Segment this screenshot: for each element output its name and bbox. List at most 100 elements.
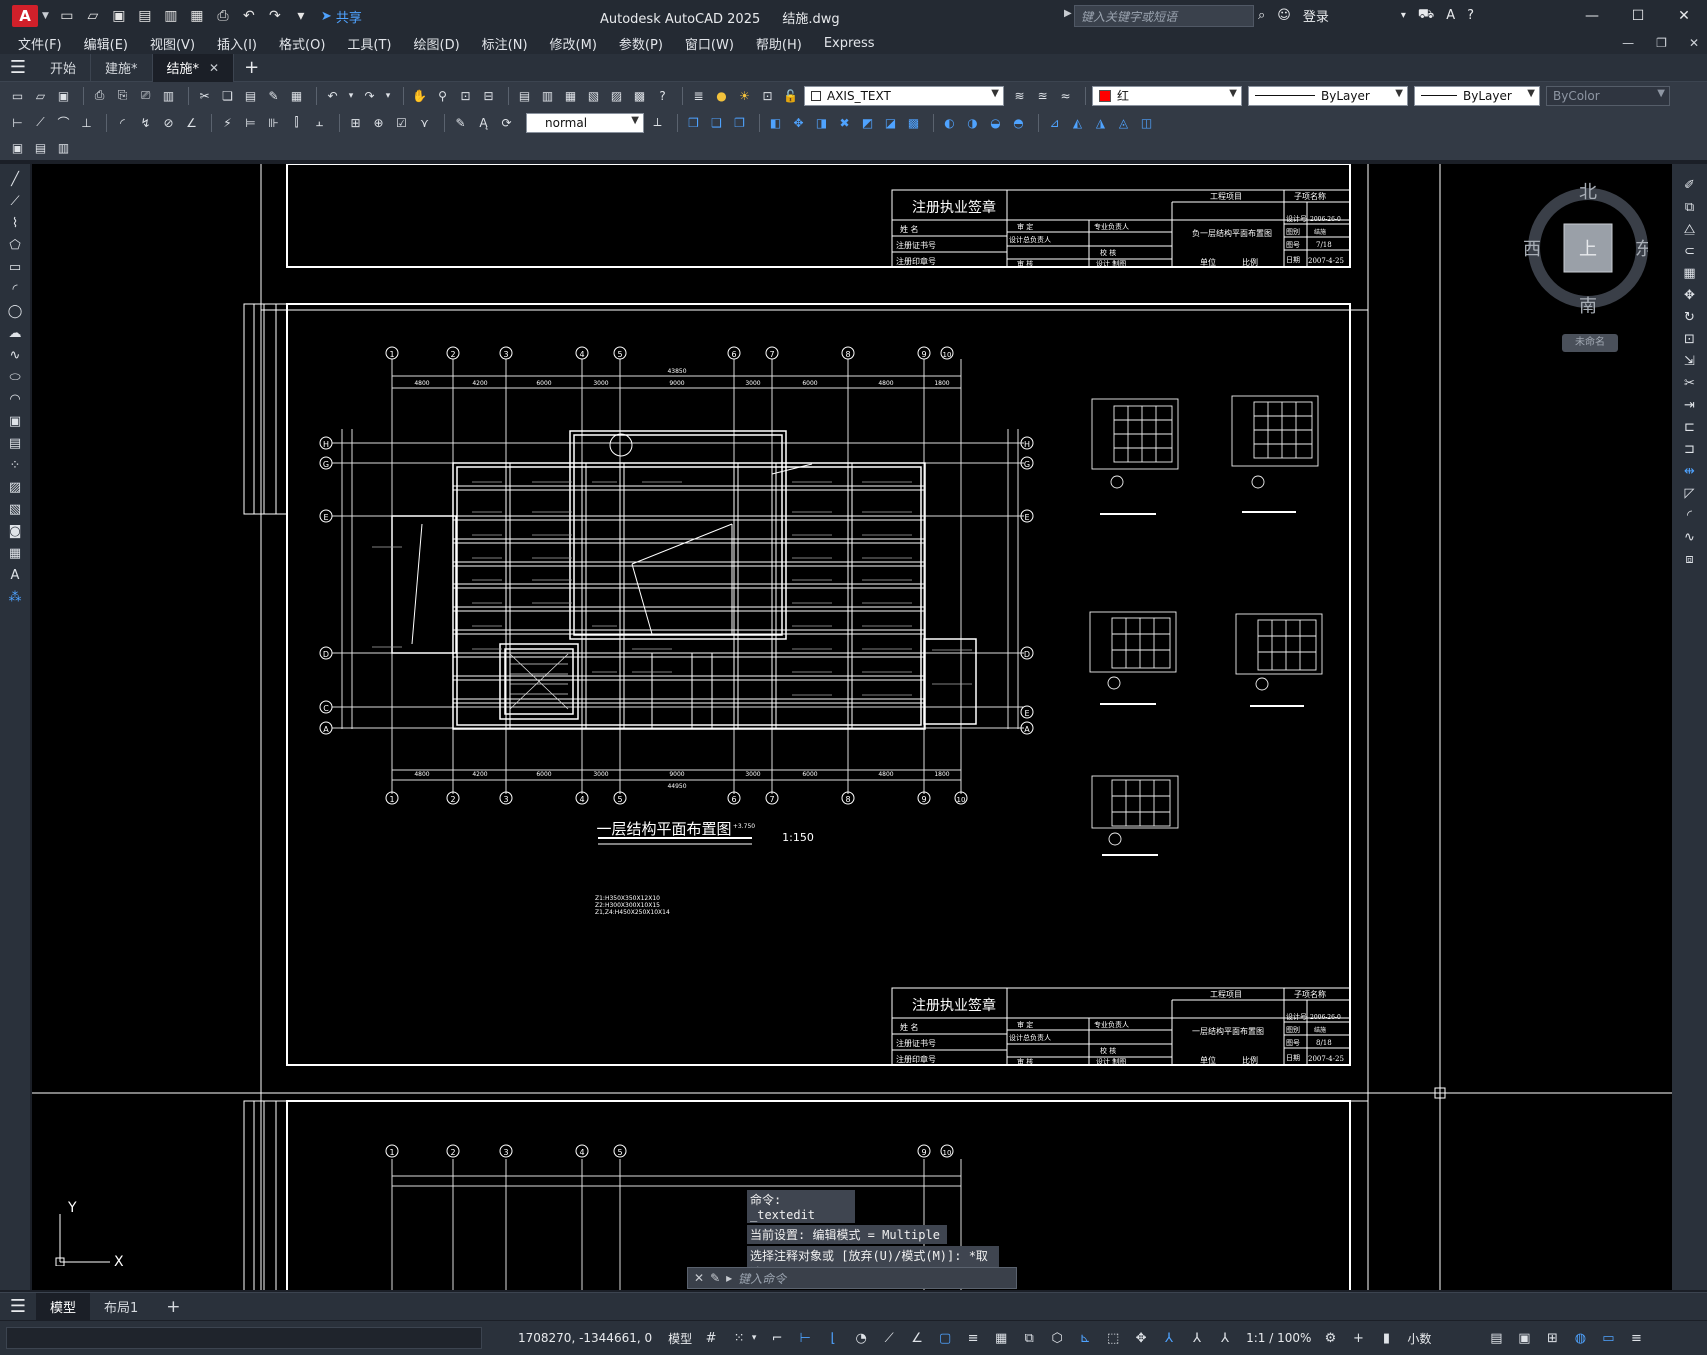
3d-osnap-icon[interactable]: ⬡ (1048, 1329, 1066, 1347)
tab-jieshi[interactable]: 结施* ✕ (152, 53, 235, 82)
dimstyle-manager-icon[interactable]: ⟂ (648, 113, 667, 132)
center-mark-icon[interactable]: ⊕ (369, 113, 388, 132)
publish-icon[interactable]: ⎚ (136, 86, 155, 105)
table-icon[interactable]: ▦ (6, 544, 24, 562)
continue-dim-icon[interactable]: ⊪ (264, 113, 283, 132)
zoom-window-icon[interactable]: ⊡ (456, 86, 475, 105)
ucs-view-icon[interactable]: ◮ (1091, 113, 1110, 132)
isolate-objects-icon[interactable]: ⊞ (1543, 1329, 1561, 1347)
join-icon[interactable]: ⇹ (1681, 462, 1699, 480)
redo-icon[interactable]: ↷ (265, 7, 285, 25)
jogged-dim-icon[interactable]: ↯ (136, 113, 155, 132)
annotation-scale[interactable]: 1:1 / 100% (1246, 1331, 1311, 1345)
linetype-dropdown[interactable]: ByLayer ▼ (1248, 85, 1408, 106)
menu-insert[interactable]: 插入(I) (217, 34, 257, 53)
layer-dropdown[interactable]: AXIS_TEXT ▼ (804, 85, 1004, 106)
share-button[interactable]: ➤ 共享 (321, 7, 362, 26)
block-insert-icon[interactable]: ▣ (8, 139, 27, 158)
help-icon[interactable]: ? (1467, 8, 1474, 23)
jogged-linear-icon[interactable]: ⋎ (415, 113, 434, 132)
line-icon[interactable]: ╱ (6, 170, 24, 188)
ortho-icon[interactable]: ⌊ (824, 1329, 842, 1347)
hatch-icon[interactable]: ▨ (6, 478, 24, 496)
layer-previous-icon[interactable]: ≊ (1033, 86, 1052, 105)
redo-icon[interactable]: ↷ (360, 86, 379, 105)
block-write-icon[interactable]: ▥ (54, 139, 73, 158)
extend-icon[interactable]: ⇥ (1681, 396, 1699, 414)
tab-model[interactable]: 模型 (36, 1292, 91, 1321)
save-as-icon[interactable]: ▤ (135, 7, 155, 25)
3d-rotate-icon[interactable]: ◨ (812, 113, 831, 132)
3d-subtract-icon[interactable]: ❐ (730, 113, 749, 132)
layer-states-icon[interactable]: ≈ (1056, 86, 1075, 105)
doc-close-icon[interactable]: ✕ (1689, 36, 1699, 50)
layer-properties-icon[interactable]: ≣ (689, 86, 708, 105)
app-menu-caret-icon[interactable]: ▼ (42, 11, 49, 21)
3d-array-icon[interactable]: ▩ (904, 113, 923, 132)
save-icon[interactable]: ▣ (54, 86, 73, 105)
menu-file[interactable]: 文件(F) (18, 34, 62, 53)
3d-extrude-icon[interactable]: ◧ (766, 113, 785, 132)
radius-dim-icon[interactable]: ◜ (113, 113, 132, 132)
file-tab-menu-icon[interactable]: ☰ (0, 57, 36, 78)
help-icon[interactable]: ? (653, 86, 672, 105)
revision-cloud-icon[interactable]: ☁ (6, 324, 24, 342)
region-icon[interactable]: ◙ (6, 522, 24, 540)
object-snap-icon[interactable]: ▢ (936, 1329, 954, 1347)
doc-restore-icon[interactable]: ❐ (1656, 36, 1667, 50)
autocad-logo[interactable]: A (12, 5, 38, 27)
workspace-gear-icon[interactable]: ⚙ (1321, 1329, 1339, 1347)
dim-update-icon[interactable]: ⟳ (497, 113, 516, 132)
minimize-icon[interactable]: — (1569, 0, 1615, 32)
tolerance-icon[interactable]: ⊞ (346, 113, 365, 132)
menu-help[interactable]: 帮助(H) (756, 34, 802, 53)
selection-filter-icon[interactable]: ⬚ (1104, 1329, 1122, 1347)
3d-move-icon[interactable]: ✥ (789, 113, 808, 132)
spline-icon[interactable]: ∿ (6, 346, 24, 364)
baseline-dim-icon[interactable]: ⊨ (241, 113, 260, 132)
3d-mirror-icon[interactable]: ◪ (881, 113, 900, 132)
ucs-icon[interactable]: ⊿ (1045, 113, 1064, 132)
linear-dim-icon[interactable]: ⊢ (8, 113, 27, 132)
undo-icon[interactable]: ↶ (239, 7, 259, 25)
command-input[interactable]: 键入命令 (738, 1270, 786, 1287)
rectangle-icon[interactable]: ▭ (6, 258, 24, 276)
multiline-text-icon[interactable]: A (6, 566, 24, 584)
auto-scale-icon[interactable]: ⅄ (1188, 1329, 1206, 1347)
dim-space-icon[interactable]: ⫿ (287, 113, 306, 132)
plot-icon[interactable]: ⎙ (213, 7, 233, 25)
quick-properties-icon[interactable]: ▤ (1487, 1329, 1505, 1347)
aligned-dim-icon[interactable]: ⟋ (31, 113, 50, 132)
polar-tracking-icon[interactable]: ◔ (852, 1329, 870, 1347)
layout-menu-icon[interactable]: ☰ (0, 1296, 36, 1317)
cursor-coordinates[interactable]: 1708270, -1344661, 0 (518, 1331, 652, 1345)
blend-curves-icon[interactable]: ∿ (1681, 528, 1699, 546)
wcs-menu-button[interactable]: 未命名 (1562, 334, 1618, 352)
layer-freeze-icon[interactable]: ☀ (735, 86, 754, 105)
zoom-previous-icon[interactable]: ⊟ (479, 86, 498, 105)
break-at-point-icon[interactable]: ⊏ (1681, 418, 1699, 436)
open-web-icon[interactable]: ▥ (161, 7, 181, 25)
trim-icon[interactable]: ✂ (1681, 374, 1699, 392)
circle-icon[interactable]: ◯ (6, 302, 24, 320)
tool-palettes-icon[interactable]: ▦ (561, 86, 580, 105)
snap-icon[interactable]: ⁙ (730, 1329, 748, 1347)
command-close-icon[interactable]: ✕ (694, 1271, 704, 1285)
user-icon[interactable]: ☺ (1277, 8, 1291, 23)
open-folder-icon[interactable]: ▱ (83, 7, 103, 25)
autodesk-a360-icon[interactable]: A (1446, 8, 1455, 23)
3d-box-icon[interactable]: ❒ (684, 113, 703, 132)
dimstyle-dropdown[interactable]: normal ▼ (526, 112, 644, 133)
add-layout-icon[interactable]: + (152, 1297, 194, 1317)
polyline-icon[interactable]: ⌇ (6, 214, 24, 232)
units-icon[interactable]: ▮ (1377, 1329, 1395, 1347)
copy-object-icon[interactable]: ⧉ (1681, 198, 1699, 216)
stretch-icon[interactable]: ⇲ (1681, 352, 1699, 370)
dim-edit-icon[interactable]: ✎ (451, 113, 470, 132)
gradient-icon[interactable]: ▧ (6, 500, 24, 518)
gizmo-icon[interactable]: ✥ (1132, 1329, 1150, 1347)
customize-status-icon[interactable]: ≡ (1627, 1329, 1645, 1347)
lights-icon[interactable]: ◓ (1009, 113, 1028, 132)
materials-icon[interactable]: ◒ (986, 113, 1005, 132)
cart-icon[interactable]: ⛟ (1418, 7, 1434, 24)
